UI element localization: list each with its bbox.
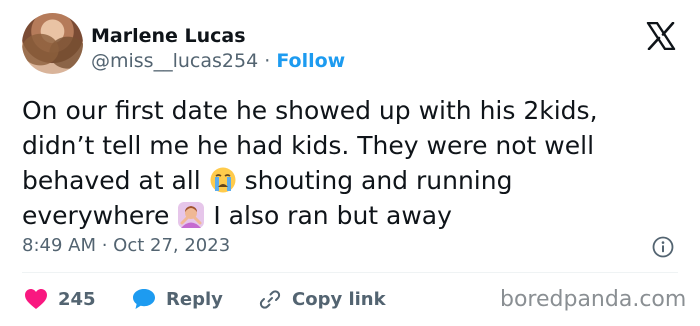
tweet-text: On our first date he showed up with his … <box>22 93 682 233</box>
person-gesturing-no-emoji-icon <box>178 202 205 228</box>
tweet-line-1: On our first date he showed up with his … <box>22 96 598 125</box>
tweet-line-3b: shouting and running <box>244 166 513 195</box>
author-handle-row: @miss__lucas254 · Follow <box>91 49 345 73</box>
tweet-line-4a: everywhere <box>22 201 170 230</box>
tweet-timestamp[interactable]: 8:49 AM · Oct 27, 2023 <box>22 234 230 258</box>
copy-link-label: Copy link <box>292 288 386 310</box>
tweet-line-2: didn’t tell me he had kids. They were no… <box>22 131 595 160</box>
author-handle[interactable]: @miss__lucas254 <box>91 50 258 72</box>
info-icon[interactable] <box>652 236 674 258</box>
crying-face-emoji-icon <box>210 167 236 193</box>
like-button[interactable]: 245 <box>24 286 96 312</box>
reply-button[interactable]: Reply <box>132 286 223 312</box>
x-logo-icon[interactable] <box>646 22 676 50</box>
watermark: boredpanda.com <box>500 287 687 312</box>
tweet-line-3a: behaved at all <box>22 166 201 195</box>
avatar-image <box>22 13 83 74</box>
reply-bubble-icon <box>133 289 155 309</box>
divider <box>22 272 678 273</box>
author-name[interactable]: Marlene Lucas <box>91 24 246 48</box>
follow-button[interactable]: Follow <box>276 50 345 72</box>
separator-dot: · <box>264 50 271 72</box>
link-icon <box>259 290 281 309</box>
avatar[interactable] <box>22 13 83 74</box>
like-count: 245 <box>58 288 96 310</box>
tweet-line-4b: I also ran but away <box>213 201 452 230</box>
copy-link-button[interactable]: Copy link <box>258 286 386 312</box>
reply-label: Reply <box>166 288 223 310</box>
heart-icon <box>25 289 47 309</box>
